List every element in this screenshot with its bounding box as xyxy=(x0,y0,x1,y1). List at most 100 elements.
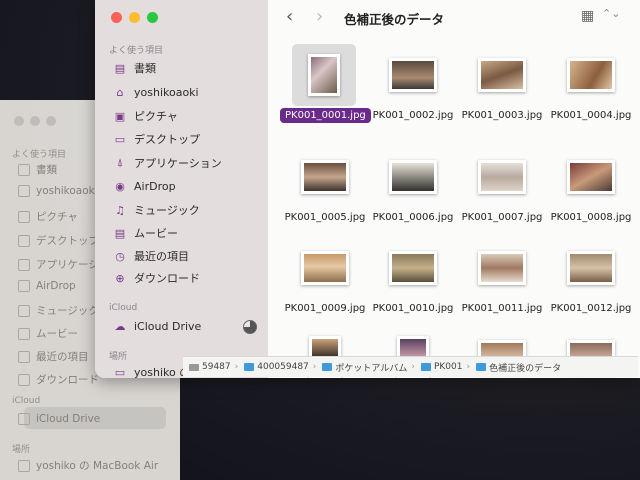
path-segment[interactable]: PK001 xyxy=(420,362,462,372)
sidebar-item-downloads[interactable]: ⊕ ダウンロード xyxy=(113,268,200,288)
ghost-item-icon xyxy=(18,327,30,340)
file-item[interactable]: PK001_0005.jpg xyxy=(280,146,370,232)
file-item[interactable]: PK001_0009.jpg xyxy=(280,237,370,323)
chevron-right-icon: › xyxy=(312,362,317,372)
file-name: PK001_0006.jpg xyxy=(372,212,454,223)
file-item[interactable]: PK001_0001.jpg xyxy=(280,44,371,130)
file-name: PK001_0012.jpg xyxy=(550,303,632,314)
ghost-section-icloud: iCloud xyxy=(12,396,41,406)
file-item[interactable]: PK001_0011.jpg xyxy=(457,237,547,323)
path-segment-label: 400059487 xyxy=(257,362,309,372)
file-name: PK001_0007.jpg xyxy=(461,212,543,223)
sidebar-item-pictures[interactable]: ▣ ピクチャ xyxy=(113,106,178,126)
file-thumbnail-frame xyxy=(280,146,370,208)
downloads-icon: ⊕ xyxy=(115,271,125,285)
background-window-controls xyxy=(14,116,56,126)
photo-image xyxy=(311,57,337,93)
sidebar-item-label: AirDrop xyxy=(134,179,176,193)
grid-view-icon[interactable]: ▦ xyxy=(581,8,594,24)
cloud-icon: ☁ xyxy=(114,319,126,333)
file-thumbnail-frame xyxy=(457,44,547,106)
sidebar-item-label: yoshikoaoki xyxy=(134,85,199,99)
file-name: PK001_0001.jpg xyxy=(280,108,371,123)
photo-thumbnail xyxy=(301,251,349,285)
file-thumbnail-frame xyxy=(368,44,458,106)
file-name: PK001_0009.jpg xyxy=(284,303,366,314)
file-item[interactable]: PK001_0012.jpg xyxy=(546,237,636,323)
sidebar-item-applications[interactable]: ⍋ アプリケーション xyxy=(113,153,222,173)
sidebar-item-home[interactable]: ⌂ yoshikoaoki xyxy=(113,82,199,102)
file-thumbnail-frame xyxy=(368,146,458,208)
file-item[interactable]: PK001_0010.jpg xyxy=(368,237,458,323)
sidebar-item-movies[interactable]: ▤ ムービー xyxy=(113,223,178,243)
folder-title: 色補正後のデータ xyxy=(344,12,445,27)
file-item[interactable]: PK001_0003.jpg xyxy=(457,44,547,130)
back-button[interactable]: ‹ xyxy=(286,6,293,27)
photo-thumbnail xyxy=(389,251,437,285)
sidebar-item-desktop[interactable]: ▭ デスクトップ xyxy=(113,129,200,149)
window-controls xyxy=(111,12,158,23)
ghost-item-icon xyxy=(18,163,30,176)
zoom-button[interactable] xyxy=(147,12,158,23)
folder-icon xyxy=(322,363,333,371)
path-segment[interactable]: 59487 xyxy=(189,362,231,372)
sidebar-item-document[interactable]: ▤ 書類 xyxy=(113,58,156,78)
chevron-right-icon: › xyxy=(411,362,415,372)
file-item[interactable]: PK001_0002.jpg xyxy=(368,44,458,130)
sidebar-item-label: ミュージック xyxy=(134,204,200,217)
path-bar: 59487 › 400059487 › ポケットアルバム › PK001 › 色補正後のデータ xyxy=(183,356,638,377)
path-segment[interactable]: ポケットアルバム xyxy=(322,361,407,374)
ghost-icloud-label: iCloud Drive xyxy=(36,413,101,425)
minimize-button[interactable] xyxy=(129,12,140,23)
ghost-sidebar-item: 最近の項目 xyxy=(18,349,89,364)
file-item[interactable]: PK001_0007.jpg xyxy=(457,146,547,232)
path-segment-label: ポケットアルバム xyxy=(335,363,408,374)
photo-image xyxy=(481,61,523,89)
sidebar-item-recents[interactable]: ◷ 最近の項目 xyxy=(113,246,189,266)
desktop-icon: ▭ xyxy=(114,132,126,146)
ghost-section-locations: 場所 xyxy=(12,445,31,455)
file-thumbnail-frame xyxy=(292,44,356,106)
finder-window: よく使う項目 ▤ 書類 ⌂ yoshikoaoki ▣ ピクチャ ▭ デスクトップ ⍋ アプリケー… xyxy=(95,0,640,378)
file-item[interactable]: PK001_0008.jpg xyxy=(546,146,636,232)
photo-thumbnail xyxy=(478,58,526,92)
close-button[interactable] xyxy=(111,12,122,23)
photo-image xyxy=(304,163,346,191)
ghost-sidebar-item: 書類 xyxy=(18,162,57,177)
sidebar-item-icloud-drive[interactable]: ☁ iCloud Drive xyxy=(113,316,202,336)
ghost-sidebar-item: デスクトップ xyxy=(18,233,99,248)
file-name: PK001_0005.jpg xyxy=(284,212,366,223)
ghost-item-label: 最近の項目 xyxy=(36,351,89,363)
file-name: PK001_0002.jpg xyxy=(372,110,454,121)
file-thumbnail-frame xyxy=(546,237,636,299)
ghost-item-icon xyxy=(18,258,30,271)
ghost-item-label: ムービー xyxy=(36,328,78,340)
ghost-item-icon xyxy=(18,350,30,363)
path-segment[interactable]: 色補正後のデータ xyxy=(476,361,561,374)
ghost-location-label: yoshiko の MacBook Air xyxy=(36,460,159,472)
photo-image xyxy=(392,61,434,89)
file-name: PK001_0003.jpg xyxy=(461,110,543,121)
ghost-sidebar-item: ダウンロード xyxy=(18,372,99,387)
photo-thumbnail xyxy=(478,251,526,285)
file-item[interactable]: PK001_0006.jpg xyxy=(368,146,458,232)
ghost-sidebar-item: ムービー xyxy=(18,326,78,341)
ghost-item-icon xyxy=(18,210,30,223)
path-segment-label: 59487 xyxy=(202,362,231,372)
photo-thumbnail xyxy=(389,160,437,194)
file-item[interactable]: PK001_0004.jpg xyxy=(546,44,636,130)
sidebar-item-label: ダウンロード xyxy=(134,272,200,285)
toolbar: ‹ › 色補正後のデータ ▦ ⌃⌄ xyxy=(268,0,640,34)
photo-image xyxy=(481,163,523,191)
path-segment[interactable]: 400059487 xyxy=(244,362,309,372)
ghost-item-icon xyxy=(18,185,30,197)
sidebar-item-music[interactable]: ♫ ミュージック xyxy=(113,200,200,220)
home-icon: ⌂ xyxy=(116,85,124,99)
sidebar-item-airdrop[interactable]: ◉ AirDrop xyxy=(113,176,176,196)
forward-button[interactable]: › xyxy=(316,6,323,27)
photo-thumbnail xyxy=(567,160,615,194)
sidebar: よく使う項目 ▤ 書類 ⌂ yoshikoaoki ▣ ピクチャ ▭ デスクトップ ⍋ アプリケー… xyxy=(95,0,268,378)
file-name: PK001_0011.jpg xyxy=(461,303,543,314)
view-options-chevron-icon[interactable]: ⌃⌄ xyxy=(602,7,620,20)
sidebar-item-label: ムービー xyxy=(134,227,178,240)
